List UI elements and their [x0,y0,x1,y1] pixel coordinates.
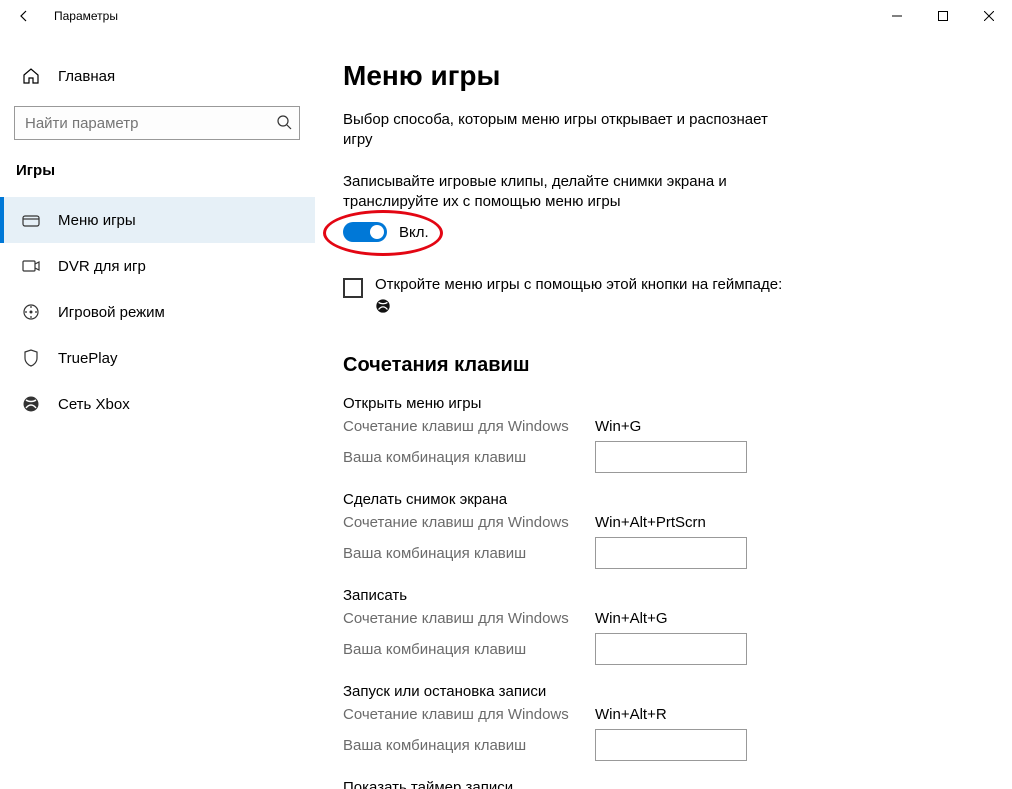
sidebar-item-gamebar[interactable]: Меню игры [0,197,315,243]
gamebar-toggle[interactable] [343,222,387,242]
search-box[interactable] [14,106,300,140]
shortcut-win-label: Сочетание клавиш для Windows [343,514,595,531]
shortcut-your-label: Ваша комбинация клавиш [343,737,595,754]
sidebar-item-label: Сеть Xbox [58,396,130,413]
arrow-left-icon [16,8,32,24]
window-title: Параметры [54,9,118,23]
gamepad-checkbox[interactable] [343,278,363,298]
gamemode-icon [22,303,40,321]
sidebar-item-label: DVR для игр [58,258,146,275]
shortcut-group: Сделать снимок экрана Сочетание клавиш д… [343,491,992,569]
sidebar-home-label: Главная [58,68,115,85]
xbox-button-icon [375,298,782,314]
shortcut-win-label: Сочетание клавиш для Windows [343,418,595,435]
shortcut-win-label: Сочетание клавиш для Windows [343,706,595,723]
shortcut-input[interactable] [595,729,747,761]
shortcut-group: Открыть меню игры Сочетание клавиш для W… [343,395,992,473]
sidebar-nav: Меню игры DVR для игр Игровой режим True… [14,197,315,427]
toggle-label: Вкл. [399,224,429,241]
shortcut-title: Открыть меню игры [343,395,992,412]
toggle-description: Записывайте игровые клипы, делайте снимк… [343,172,793,212]
back-button[interactable] [0,0,48,32]
home-icon [22,67,40,85]
shortcut-group: Запуск или остановка записи Сочетание кл… [343,683,992,761]
dvr-icon [22,257,40,275]
shortcut-win-value: Win+Alt+R [595,706,667,723]
sidebar-item-label: Игровой режим [58,304,165,321]
gamebar-icon [22,211,40,229]
maximize-button[interactable] [920,0,966,32]
sidebar: Главная Игры Меню игры DVR для игр [0,32,315,789]
trueplay-icon [22,349,40,367]
sidebar-home[interactable]: Главная [14,56,315,96]
sidebar-item-label: TruePlay [58,350,117,367]
shortcut-your-label: Ваша комбинация клавиш [343,449,595,466]
shortcut-your-label: Ваша комбинация клавиш [343,641,595,658]
shortcut-title: Сделать снимок экрана [343,491,992,508]
xbox-icon [22,395,40,413]
minimize-button[interactable] [874,0,920,32]
shortcut-input[interactable] [595,537,747,569]
shortcut-input[interactable] [595,441,747,473]
sidebar-item-label: Меню игры [58,212,136,229]
sidebar-item-xboxnet[interactable]: Сеть Xbox [0,381,315,427]
content: Меню игры Выбор способа, которым меню иг… [315,32,1012,789]
maximize-icon [938,11,948,21]
close-icon [984,11,994,21]
search-input[interactable] [14,106,300,140]
sidebar-item-trueplay[interactable]: TruePlay [0,335,315,381]
minimize-icon [892,11,902,21]
shortcut-your-label: Ваша комбинация клавиш [343,545,595,562]
shortcut-title: Запуск или остановка записи [343,683,992,700]
shortcuts-heading: Сочетания клавиш [343,354,992,377]
sidebar-item-dvr[interactable]: DVR для игр [0,243,315,289]
search-icon [276,114,292,130]
page-heading: Меню игры [343,60,992,92]
shortcut-win-value: Win+Alt+G [595,610,668,627]
sidebar-item-gamemode[interactable]: Игровой режим [0,289,315,335]
close-button[interactable] [966,0,1012,32]
sidebar-group-label: Игры [14,162,315,179]
shortcut-title: Показать таймер записи [343,779,992,789]
page-description: Выбор способа, которым меню игры открыва… [343,110,793,150]
shortcut-win-value: Win+G [595,418,641,435]
shortcut-title: Записать [343,587,992,604]
shortcut-win-value: Win+Alt+PrtScrn [595,514,706,531]
shortcut-input[interactable] [595,633,747,665]
titlebar: Параметры [0,0,1012,32]
shortcut-group: Показать таймер записи Сочетание клавиш … [343,779,992,789]
shortcut-win-label: Сочетание клавиш для Windows [343,610,595,627]
gamepad-checkbox-label: Откройте меню игры с помощью этой кнопки… [375,276,782,293]
shortcut-group: Записать Сочетание клавиш для WindowsWin… [343,587,992,665]
